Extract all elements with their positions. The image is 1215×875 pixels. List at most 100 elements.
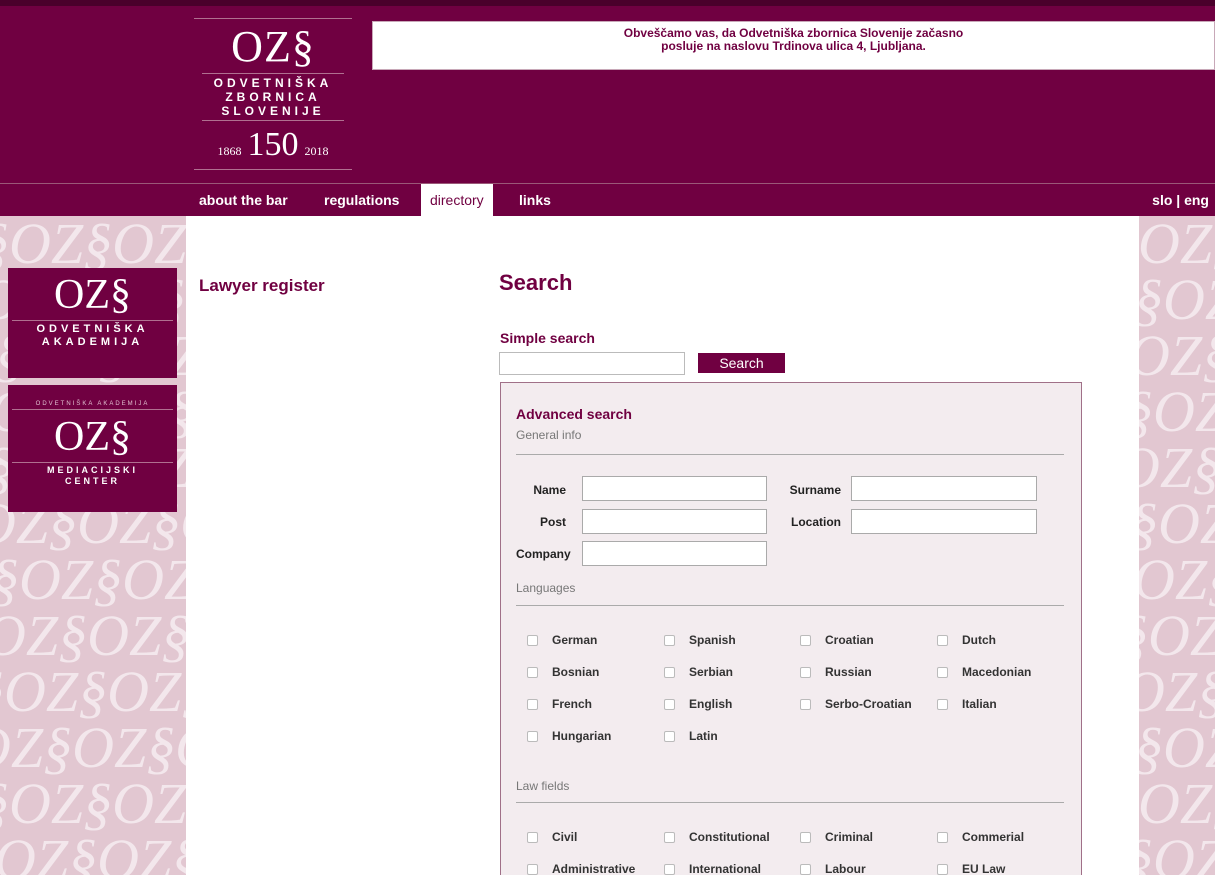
language-checkbox-spanish[interactable]: Spanish bbox=[664, 633, 736, 647]
divider bbox=[12, 320, 173, 321]
pattern-row: §OZ§OZ§OZ bbox=[0, 547, 186, 612]
pattern-row: §OZ§OZ§OZ bbox=[0, 603, 186, 668]
language-checkbox-bosnian[interactable]: Bosnian bbox=[527, 665, 599, 679]
checkbox-label: German bbox=[552, 633, 598, 647]
checkbox[interactable] bbox=[664, 730, 675, 742]
name-label: Name bbox=[533, 483, 566, 497]
checkbox[interactable] bbox=[527, 666, 538, 678]
checkbox-label: Macedonian bbox=[962, 665, 1032, 679]
language-checkbox-serbian[interactable]: Serbian bbox=[664, 665, 733, 679]
law-field-checkbox-labour[interactable]: Labour bbox=[800, 862, 866, 875]
language-checkbox-dutch[interactable]: Dutch bbox=[937, 633, 996, 647]
checkbox[interactable] bbox=[800, 666, 811, 678]
checkbox[interactable] bbox=[527, 730, 538, 742]
checkbox[interactable] bbox=[527, 634, 538, 646]
law-field-checkbox-eu-law[interactable]: EU Law bbox=[937, 862, 1005, 875]
post-input[interactable] bbox=[582, 509, 767, 534]
checkbox[interactable] bbox=[664, 634, 675, 646]
checkbox[interactable] bbox=[800, 698, 811, 710]
checkbox-label: French bbox=[552, 697, 593, 711]
divider bbox=[12, 462, 173, 463]
notice-banner: Obveščamo vas, da Odvetniška zbornica Sl… bbox=[372, 21, 1215, 70]
divider bbox=[12, 409, 173, 410]
year-start: 1868 bbox=[217, 144, 242, 158]
language-checkbox-serbo-croatian[interactable]: Serbo-Croatian bbox=[800, 697, 912, 711]
checkbox[interactable] bbox=[527, 831, 538, 843]
nav-directory[interactable]: directory bbox=[421, 184, 493, 217]
checkbox[interactable] bbox=[664, 831, 675, 843]
logo-ozs: OZ§ bbox=[231, 22, 315, 71]
pattern-row: §OZ§OZ§OZ bbox=[0, 659, 186, 724]
language-switch[interactable]: slo | eng bbox=[1152, 184, 1209, 217]
sidebox-a-ozs: OZ§ bbox=[54, 272, 131, 318]
checkbox[interactable] bbox=[664, 666, 675, 678]
law-field-checkbox-international[interactable]: International bbox=[664, 862, 761, 875]
checkbox-label: Russian bbox=[825, 665, 872, 679]
language-checkbox-italian[interactable]: Italian bbox=[937, 697, 997, 711]
advanced-search-title: Advanced search bbox=[516, 406, 632, 422]
nav-regulations[interactable]: regulations bbox=[324, 184, 399, 217]
checkbox-label: Serbo-Croatian bbox=[825, 697, 912, 711]
decorative-pattern-right: §OZ§OZ§OZ §OZ§OZ§OZ §OZ§OZ§OZ §OZ§OZ§OZ … bbox=[1139, 216, 1215, 875]
notice-line2: posluje na naslovu Trdinova ulica 4, Lju… bbox=[661, 39, 926, 53]
checkbox[interactable] bbox=[800, 831, 811, 843]
location-label: Location bbox=[791, 515, 841, 529]
law-field-checkbox-civil[interactable]: Civil bbox=[527, 830, 577, 844]
surname-input[interactable] bbox=[851, 476, 1037, 501]
checkbox[interactable] bbox=[937, 863, 948, 875]
checkbox[interactable] bbox=[800, 634, 811, 646]
page-title: Search bbox=[499, 270, 573, 295]
lawyer-register-link[interactable]: Lawyer register bbox=[199, 276, 325, 296]
checkbox-label: Hungarian bbox=[552, 729, 612, 743]
language-checkbox-hungarian[interactable]: Hungarian bbox=[527, 729, 611, 743]
nav-about-the-bar[interactable]: about the bar bbox=[199, 184, 288, 217]
checkbox[interactable] bbox=[527, 863, 538, 875]
law-field-checkbox-criminal[interactable]: Criminal bbox=[800, 830, 873, 844]
sidebox-b-ozs: OZ§ bbox=[54, 414, 131, 460]
language-checkbox-french[interactable]: French bbox=[527, 697, 592, 711]
advanced-search-panel: Advanced search General info Name Surnam… bbox=[500, 382, 1082, 875]
law-field-checkbox-constitutional[interactable]: Constitutional bbox=[664, 830, 770, 844]
location-input[interactable] bbox=[851, 509, 1037, 534]
divider bbox=[516, 802, 1064, 803]
logo-line3: Slovenije bbox=[221, 104, 325, 118]
law-field-checkbox-administrative[interactable]: Administrative bbox=[527, 862, 635, 875]
checkbox-label: Latin bbox=[689, 729, 718, 743]
language-checkbox-russian[interactable]: Russian bbox=[800, 665, 872, 679]
language-checkbox-english[interactable]: English bbox=[664, 697, 732, 711]
name-input[interactable] bbox=[582, 476, 767, 501]
search-button[interactable]: Search bbox=[698, 353, 785, 373]
pattern-row: §OZ§OZ§OZ bbox=[1139, 491, 1215, 556]
simple-search-input[interactable] bbox=[499, 352, 685, 375]
pattern-row: §OZ§OZ§OZ bbox=[1139, 827, 1215, 875]
checkbox[interactable] bbox=[937, 698, 948, 710]
pattern-row: §OZ§OZ§OZ bbox=[1139, 216, 1215, 276]
pattern-row: §OZ§OZ§OZ bbox=[0, 715, 186, 780]
company-input[interactable] bbox=[582, 541, 767, 566]
sidebox-a-line1: Odvetniška bbox=[36, 323, 149, 335]
language-checkbox-latin[interactable]: Latin bbox=[664, 729, 718, 743]
checkbox-label: International bbox=[689, 862, 762, 875]
checkbox[interactable] bbox=[664, 863, 675, 875]
divider bbox=[516, 605, 1064, 606]
nav-links[interactable]: links bbox=[519, 184, 551, 217]
language-checkbox-macedonian[interactable]: Macedonian bbox=[937, 665, 1031, 679]
checkbox[interactable] bbox=[937, 634, 948, 646]
mediacijski-center-banner[interactable]: Odvetniška akademija OZ§ Mediacijski Cen… bbox=[8, 385, 177, 512]
law-fields-label: Law fields bbox=[516, 779, 570, 793]
language-checkbox-croatian[interactable]: Croatian bbox=[800, 633, 874, 647]
checkbox[interactable] bbox=[937, 666, 948, 678]
checkbox[interactable] bbox=[664, 698, 675, 710]
language-checkbox-german[interactable]: German bbox=[527, 633, 597, 647]
law-field-checkbox-commerial[interactable]: Commerial bbox=[937, 830, 1024, 844]
ozs-150-logo[interactable]: OZ§ Odvetniška zbornica Slovenije 1868 1… bbox=[194, 18, 352, 170]
checkbox[interactable] bbox=[527, 698, 538, 710]
checkbox-label: English bbox=[689, 697, 733, 711]
pattern-row: §OZ§OZ§OZ bbox=[1139, 715, 1215, 780]
odvetniska-akademija-banner[interactable]: OZ§ Odvetniška Akademija bbox=[8, 268, 177, 378]
checkbox[interactable] bbox=[800, 863, 811, 875]
checkbox[interactable] bbox=[937, 831, 948, 843]
logo-line2: zbornica bbox=[225, 90, 321, 104]
pattern-row: §OZ§OZ§OZ bbox=[1139, 659, 1215, 724]
checkbox-label: EU Law bbox=[962, 862, 1006, 875]
